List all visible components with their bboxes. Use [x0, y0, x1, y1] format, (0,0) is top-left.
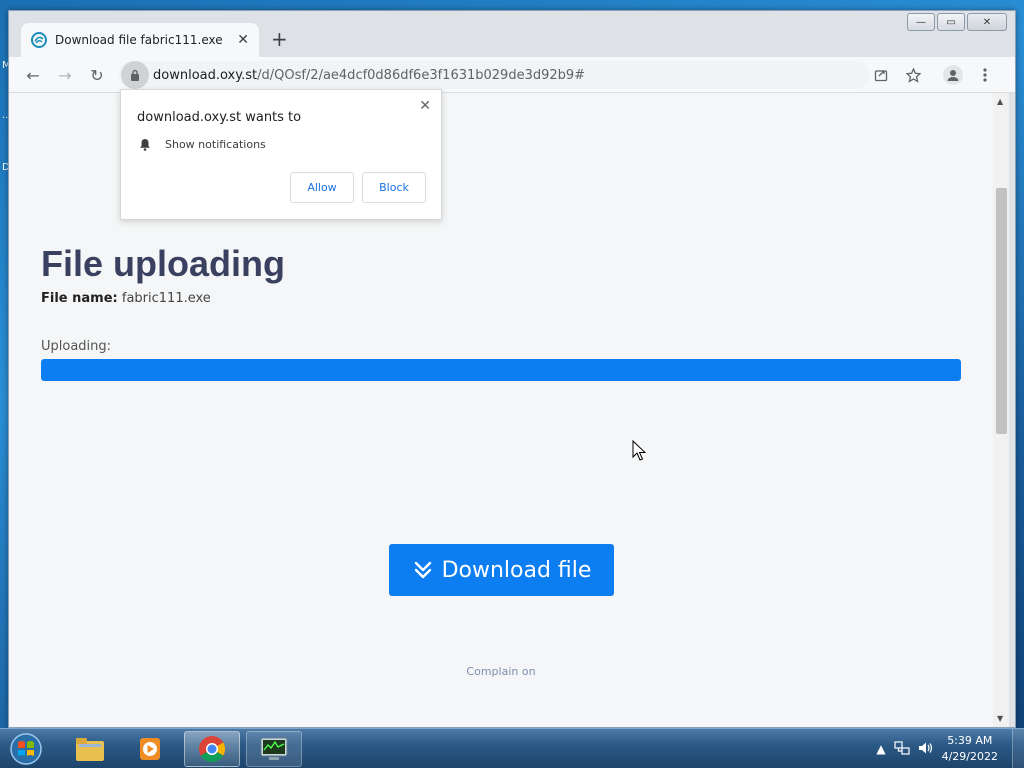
network-icon[interactable]	[893, 740, 910, 758]
reload-button[interactable]: ↻	[87, 65, 107, 85]
menu-dots-icon[interactable]	[975, 65, 995, 85]
tab-close-icon[interactable]: ✕	[237, 32, 249, 48]
browser-toolbar: ← → ↻ download.oxy.st/d/QOsf/2/ae4dcf0d8…	[9, 57, 1015, 93]
media-player-taskbar-button[interactable]	[122, 731, 178, 767]
forward-button[interactable]: →	[55, 65, 75, 85]
mouse-cursor-icon	[632, 439, 647, 465]
download-file-button[interactable]: Download file	[389, 544, 614, 596]
chrome-taskbar-button[interactable]	[184, 731, 240, 767]
taskbar-clock[interactable]: 5:39 AM 4/29/2022	[942, 733, 998, 765]
tab-title: Download file fabric111.exe on O	[55, 33, 227, 47]
allow-button[interactable]: Allow	[290, 172, 354, 203]
start-button[interactable]	[6, 730, 46, 768]
page-title: File uploading	[41, 243, 285, 284]
double-chevron-down-icon	[412, 559, 434, 581]
download-file-label: Download file	[441, 557, 592, 583]
url-text: download.oxy.st/d/QOsf/2/ae4dcf0d86df6e3…	[153, 68, 585, 83]
bell-icon	[139, 138, 151, 151]
scroll-down-icon[interactable]: ▼	[997, 714, 1003, 723]
taskbar: ▲ 5:39 AM 4/29/2022	[0, 728, 1024, 768]
media-player-icon	[140, 738, 160, 760]
upload-progress-fill	[41, 359, 961, 381]
permission-title: download.oxy.st wants to	[137, 110, 302, 125]
permission-row: Show notifications	[139, 138, 266, 151]
file-name-label: File name:	[41, 291, 118, 306]
window-close-button[interactable]: ✕	[967, 13, 1007, 31]
volume-icon[interactable]	[918, 741, 934, 758]
show-hidden-icons-icon[interactable]: ▲	[876, 742, 885, 756]
show-desktop-button[interactable]	[1012, 729, 1024, 768]
url-host: download.oxy.st	[153, 67, 258, 83]
chrome-icon	[199, 736, 226, 763]
minimize-button[interactable]: —	[907, 13, 935, 31]
complain-link[interactable]: Complain on	[9, 665, 993, 678]
window-controls: — ▭ ✕	[905, 13, 1007, 31]
back-button[interactable]: ←	[23, 65, 43, 85]
task-manager-taskbar-button[interactable]	[246, 731, 302, 767]
new-tab-button[interactable]: +	[271, 29, 288, 49]
url-path: /d/QOsf/2/ae4dcf0d86df6e3f1631b029de3d92…	[257, 67, 586, 83]
vertical-scrollbar[interactable]: ▲ ▼	[993, 93, 1009, 727]
clock-date: 4/29/2022	[941, 750, 998, 763]
lock-icon[interactable]	[121, 61, 149, 89]
scroll-thumb[interactable]	[996, 188, 1007, 434]
browser-titlebar: Download file fabric111.exe on O ✕ + — ▭…	[9, 11, 1015, 57]
file-name-line: File name: fabric111.exe	[41, 291, 211, 306]
browser-tab[interactable]: Download file fabric111.exe on O ✕	[21, 23, 259, 57]
notification-permission-popup: download.oxy.st wants to ✕ Show notifica…	[120, 89, 442, 220]
address-bar[interactable]: download.oxy.st/d/QOsf/2/ae4dcf0d86df6e3…	[119, 61, 869, 89]
block-button[interactable]: Block	[362, 172, 426, 203]
uploading-label: Uploading:	[41, 339, 112, 354]
file-explorer-taskbar-button[interactable]	[62, 731, 118, 767]
profile-avatar-icon[interactable]	[943, 65, 963, 85]
upload-progress-bar	[41, 359, 961, 381]
file-name-value: fabric111.exe	[121, 291, 211, 306]
site-favicon-icon	[31, 32, 47, 48]
permission-text: Show notifications	[165, 138, 266, 151]
folder-icon	[76, 738, 104, 761]
share-icon[interactable]	[871, 65, 891, 85]
maximize-button[interactable]: ▭	[937, 13, 965, 31]
task-manager-icon	[260, 737, 288, 760]
permission-close-icon[interactable]: ✕	[419, 98, 431, 114]
system-tray: ▲ 5:39 AM 4/29/2022	[876, 729, 1024, 768]
clock-time: 5:39 AM	[947, 734, 993, 747]
browser-window: Download file fabric111.exe on O ✕ + — ▭…	[8, 10, 1016, 728]
scroll-up-icon[interactable]: ▲	[997, 97, 1003, 106]
bookmark-star-icon[interactable]	[903, 65, 923, 85]
